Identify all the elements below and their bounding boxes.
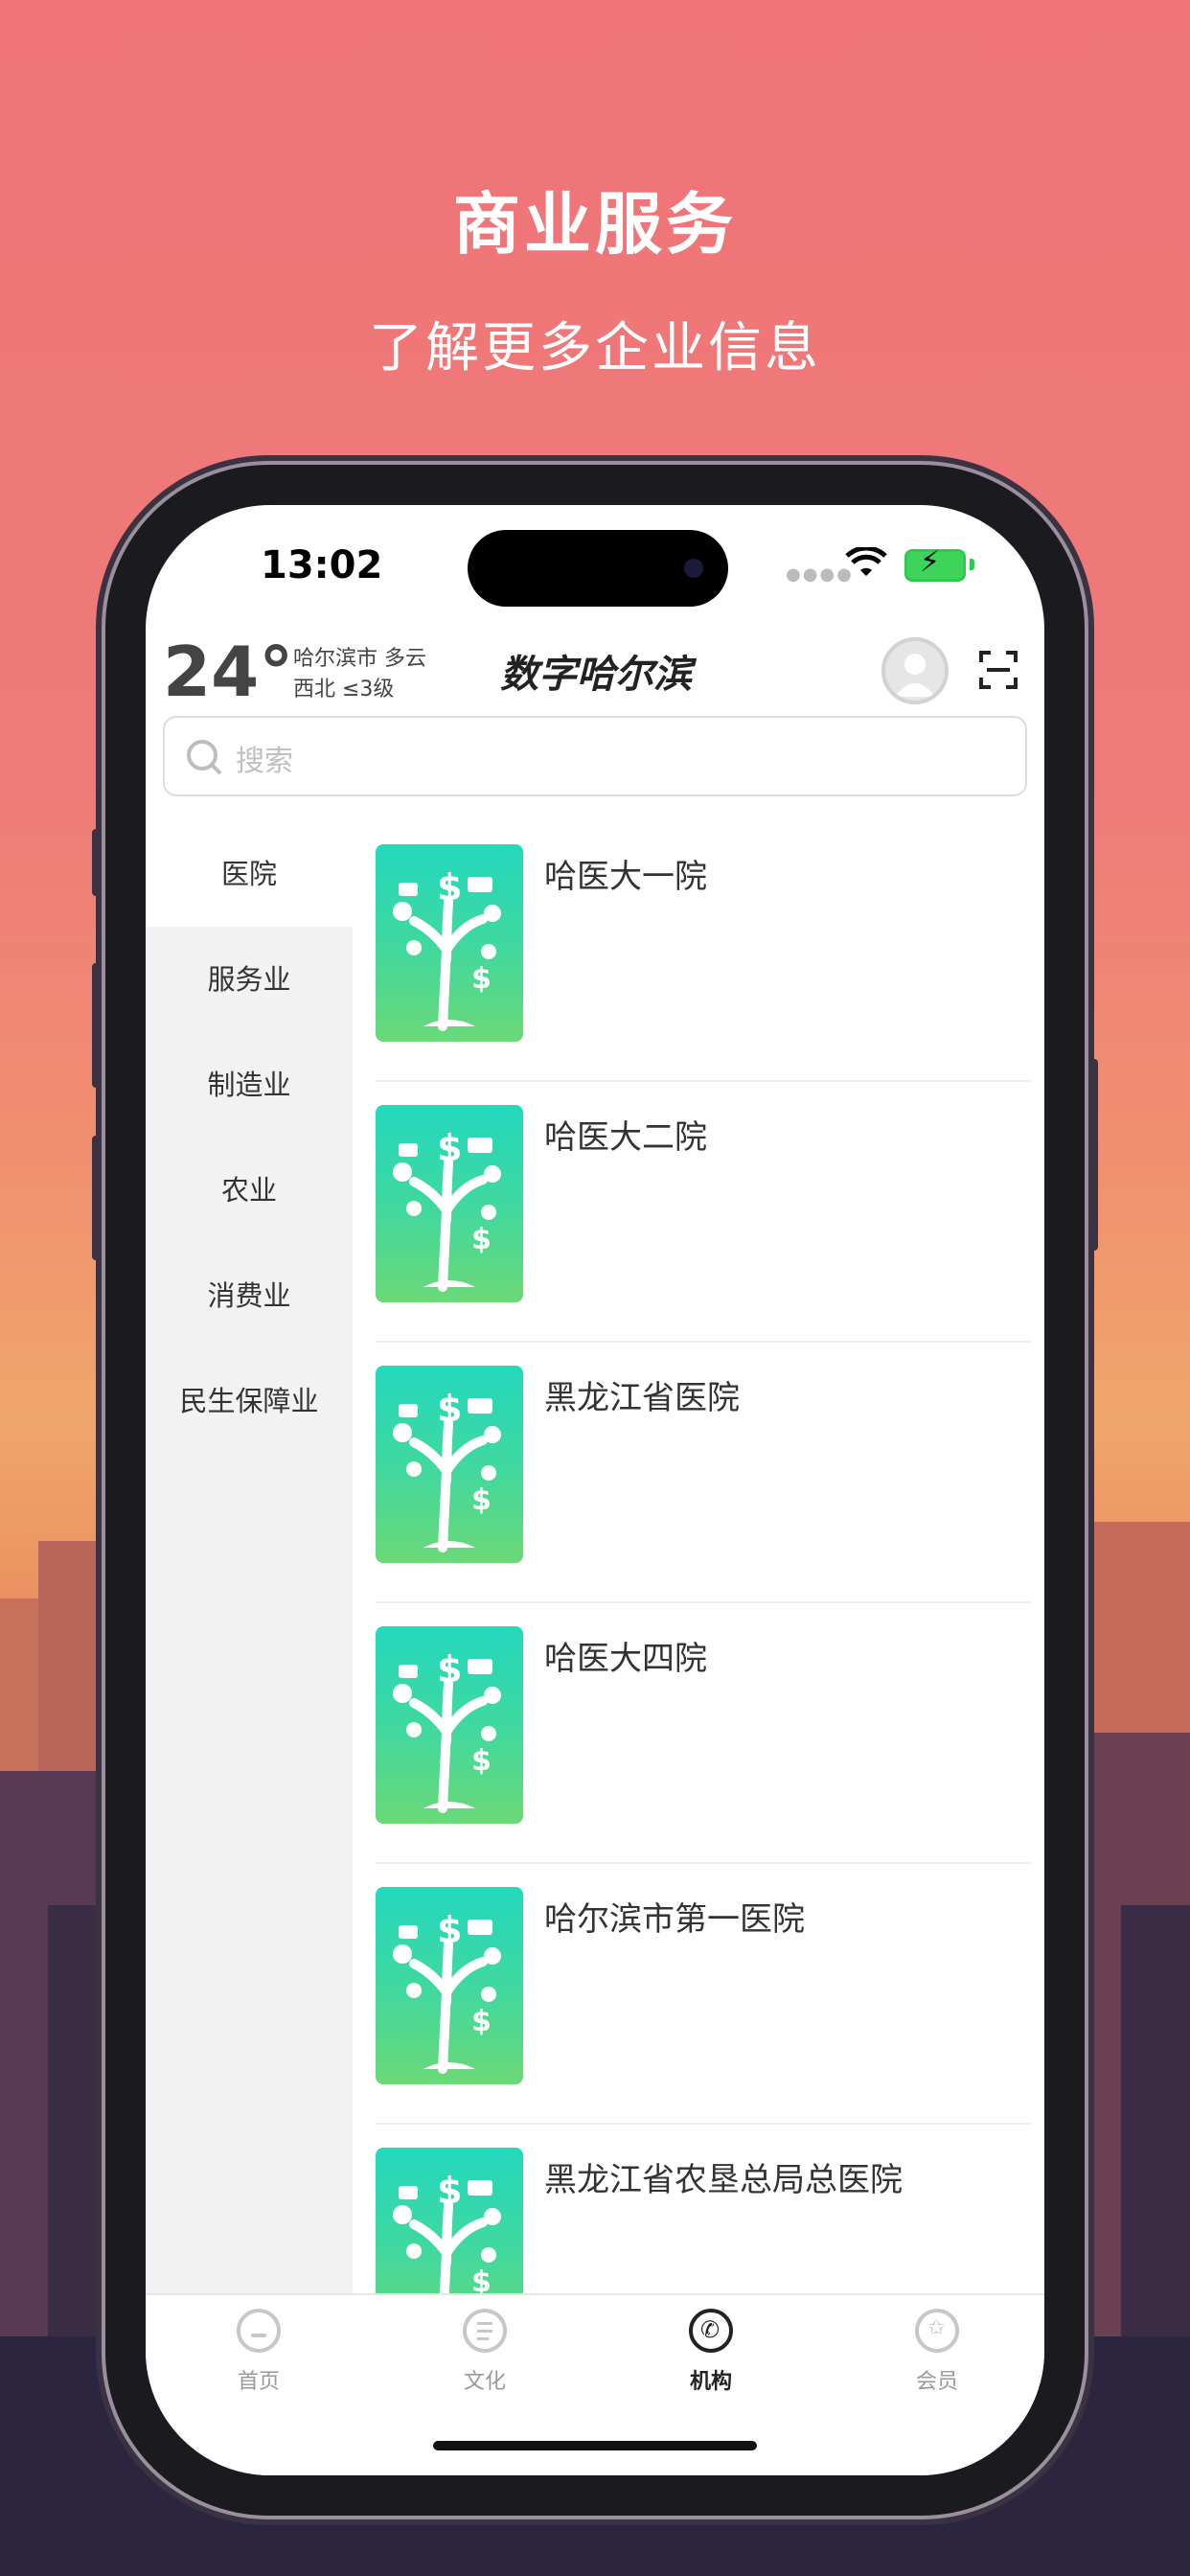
svg-text:$: $ [437,1127,462,1169]
svg-text:$: $ [437,1648,462,1690]
money-tree-icon: $ $ [393,866,501,1031]
category-sidebar: 医院 服务业 制造业 农业 消费业 民生保障业 [146,821,353,2293]
organization-name: 哈医大四院 [544,1640,707,1678]
money-tree-thumbnail: $ $ [376,1366,523,1563]
status-bar: 13:02 ●●●● ⚡ [146,505,1044,620]
list-item[interactable]: $ $ 黑龙江省农垦总局总医院 [376,2125,1031,2293]
temperature: 24° [163,632,294,712]
search-input[interactable]: 搜索 [163,716,1027,796]
money-tree-thumbnail: $ $ [376,1105,523,1302]
status-time: 13:02 [261,543,383,587]
scan-icon[interactable] [979,651,1018,689]
phone-icon: ✆ [689,2309,733,2353]
promo-title: 商业服务 [453,185,737,264]
signal-dots-icon: ●●●● [786,564,854,585]
sidebar-item-service[interactable]: 服务业 [146,927,353,1032]
money-tree-icon: $ $ [393,1388,501,1552]
tab-label: 首页 [237,2370,280,2394]
wind-info: 西北 ≤3级 [293,678,395,702]
money-tree-thumbnail: $ $ [376,2148,523,2293]
list-item[interactable]: $ $ 哈尔滨市第一医院 [376,1864,1031,2125]
dynamic-island [468,530,728,607]
home-indicator[interactable] [433,2441,757,2450]
money-tree-thumbnail: $ $ [376,1626,523,1824]
svg-text:$: $ [471,2005,492,2038]
organization-name: 黑龙江省农垦总局总医院 [544,2161,903,2199]
list-item[interactable]: $ $ 黑龙江省医院 [376,1343,1031,1603]
organization-list: $ $ 哈医大一院 $ $ 哈医大二院 $ $ 黑龙江省医院 $ $ 哈医大四院… [353,821,1044,2293]
sidebar-item-livelihood[interactable]: 民生保障业 [146,1348,353,1454]
sidebar-item-manufacturing[interactable]: 制造业 [146,1032,353,1138]
charging-bolt-icon: ⚡ [920,545,941,579]
phone-side-button [92,829,100,896]
list-item[interactable]: $ $ 哈医大一院 [376,821,1031,1082]
brand-logo-text: 数字哈尔滨 [500,652,692,697]
city-weather: 哈尔滨市 多云 [293,647,426,671]
svg-text:$: $ [471,2266,492,2293]
sidebar-item-consumer[interactable]: 消费业 [146,1243,353,1348]
organization-name: 哈尔滨市第一医院 [544,1900,805,1939]
wifi-icon [845,547,887,576]
money-tree-icon: $ $ [393,1909,501,2074]
money-tree-icon: $ $ [393,1648,501,1813]
phone-frame: 13:02 ●●●● ⚡ 24° 哈尔滨市 多云 西北 ≤3级 数字哈尔滨 搜索… [92,465,1098,2516]
user-icon [895,654,935,697]
tab-culture[interactable]: 文化 [418,2309,552,2395]
app-header: 24° 哈尔滨市 多云 西北 ≤3级 数字哈尔滨 [146,630,1044,725]
svg-text:$: $ [471,1484,492,1517]
svg-text:$: $ [437,866,462,908]
list-item[interactable]: $ $ 哈医大二院 [376,1082,1031,1343]
promo-subtitle: 了解更多企业信息 [369,317,821,380]
list-item[interactable]: $ $ 哈医大四院 [376,1603,1031,1864]
money-tree-thumbnail: $ $ [376,844,523,1042]
svg-text:$: $ [471,962,492,996]
tab-home[interactable]: 首页 [192,2309,326,2395]
svg-text:$: $ [437,1388,462,1430]
sidebar-item-hospital[interactable]: 医院 [146,821,353,927]
svg-text:$: $ [471,1744,492,1778]
home-icon [237,2309,281,2353]
tab-label: 文化 [463,2370,506,2394]
app-screen: 13:02 ●●●● ⚡ 24° 哈尔滨市 多云 西北 ≤3级 数字哈尔滨 搜索… [146,505,1044,2475]
money-tree-icon: $ $ [393,2170,501,2293]
camera-dot [684,559,703,578]
phone-volume-down [92,1136,100,1260]
document-icon [463,2309,507,2353]
avatar[interactable] [881,637,949,704]
money-tree-icon: $ $ [393,1127,501,1292]
organization-name: 黑龙江省医院 [544,1379,740,1417]
svg-text:$: $ [437,2170,462,2212]
search-icon [187,740,222,775]
organization-name: 哈医大二院 [544,1118,707,1157]
tab-label: 机构 [689,2370,732,2394]
star-icon: ✩ [915,2309,959,2353]
phone-volume-up [92,963,100,1088]
sidebar-item-agriculture[interactable]: 农业 [146,1138,353,1243]
tab-organization[interactable]: ✆ 机构 [644,2309,778,2395]
svg-text:$: $ [437,1909,462,1951]
phone-power-button [1090,1059,1098,1251]
search-placeholder: 搜索 [236,745,293,778]
battery-tip [970,559,974,570]
tab-label: 会员 [915,2370,958,2394]
bottom-tab-bar: 首页 文化 ✆ 机构 ✩ 会员 [146,2293,1044,2475]
svg-text:$: $ [471,1223,492,1256]
tab-member[interactable]: ✩ 会员 [870,2309,1004,2395]
money-tree-thumbnail: $ $ [376,1887,523,2084]
organization-name: 哈医大一院 [544,858,707,896]
